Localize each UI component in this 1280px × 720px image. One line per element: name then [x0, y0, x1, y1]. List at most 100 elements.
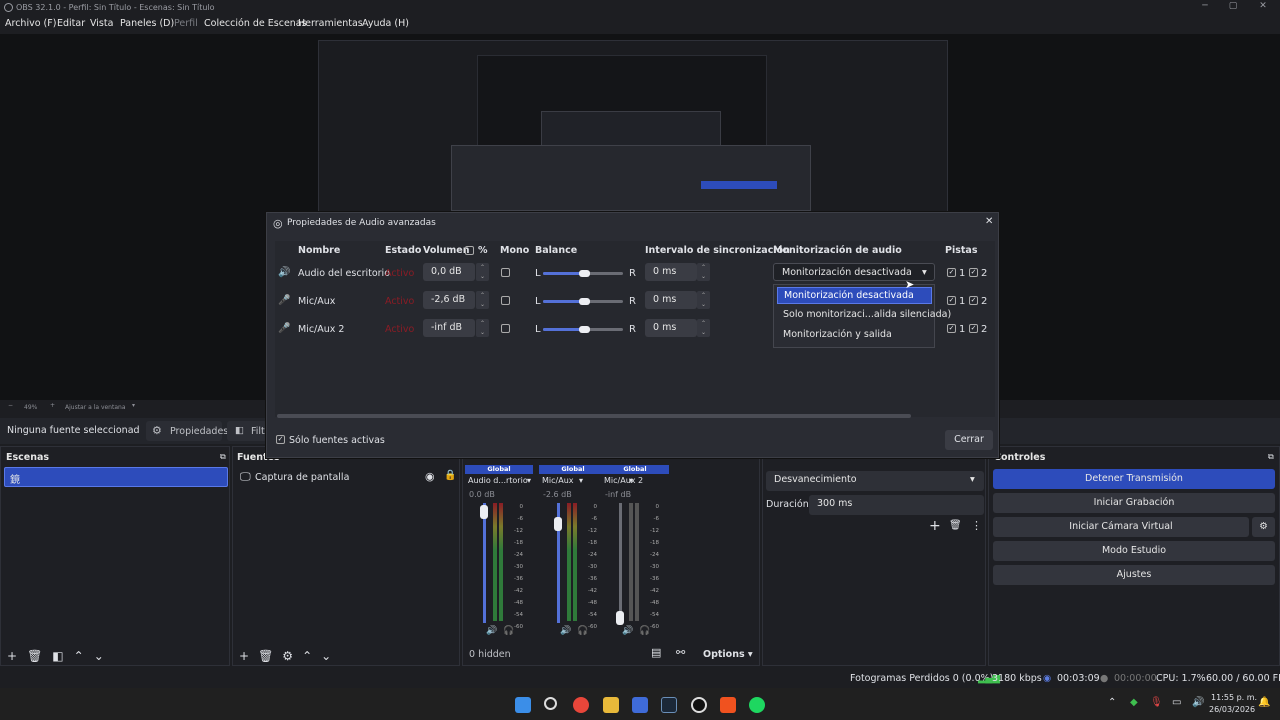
gear-icon[interactable]: ⚙	[282, 649, 302, 663]
scene-item[interactable]: 鏡	[4, 467, 228, 487]
dropdown-option[interactable]: Solo monitorizaci...alida silenciada)	[777, 307, 951, 324]
tray-chevron-icon[interactable]: ⌃	[1108, 697, 1116, 708]
trash-icon[interactable]: 🗑	[258, 649, 282, 663]
sync-stepper[interactable]: ⌃ ⌄	[697, 291, 710, 309]
volume-icon[interactable]: 🔊	[1192, 697, 1204, 708]
menu-view[interactable]: Vista	[90, 18, 113, 29]
volume-fader[interactable]	[483, 503, 486, 623]
options-button[interactable]: Options ▾	[703, 649, 753, 660]
volume-stepper[interactable]: ⌃ ⌄	[476, 291, 489, 309]
stop-streaming-button[interactable]: Detener Transmisión	[993, 469, 1275, 489]
network-icon[interactable]: ▭	[1172, 697, 1181, 708]
percent-checkbox[interactable]	[465, 246, 474, 255]
properties-button[interactable]: ⚙ Propiedades	[146, 421, 228, 441]
fader-handle[interactable]	[616, 611, 624, 625]
add-icon[interactable]: +	[239, 649, 258, 663]
chevron-down-icon[interactable]: ▾	[629, 476, 633, 485]
volume-field[interactable]: 0,0 dB	[423, 263, 475, 281]
balance-handle[interactable]	[579, 270, 590, 277]
chrome-icon[interactable]	[573, 697, 589, 713]
close-button[interactable]: Cerrar	[945, 430, 993, 450]
track-2-checkbox[interactable]: ✓	[969, 296, 978, 305]
menu-scene-collection[interactable]: Colección de Escenas	[204, 18, 307, 29]
up-icon[interactable]: ⌃	[302, 649, 321, 663]
search-icon[interactable]	[544, 697, 557, 710]
clock-date[interactable]: 26/03/2026	[1209, 705, 1255, 714]
mono-checkbox[interactable]	[501, 296, 510, 305]
close-icon[interactable]: ✕	[985, 216, 993, 227]
menu-file[interactable]: Archivo (F)	[5, 18, 56, 29]
down-icon[interactable]: ⌄	[94, 649, 114, 663]
chevron-down-icon[interactable]: ▾	[132, 402, 135, 409]
dropdown-option[interactable]: Monitorización y salida	[777, 327, 932, 344]
monitor-headphones-icon[interactable]: 🎧	[577, 626, 588, 636]
menu-tools[interactable]: Herramientas	[298, 18, 363, 29]
track-2-checkbox[interactable]: ✓	[969, 268, 978, 277]
lock-icon[interactable]: 🔒	[444, 470, 456, 481]
mono-checkbox[interactable]	[501, 268, 510, 277]
link-icon[interactable]: ⚯	[676, 646, 685, 659]
fader-handle[interactable]	[554, 517, 562, 531]
file-explorer-icon[interactable]	[603, 697, 619, 713]
more-icon[interactable]: ⋮	[971, 519, 982, 532]
track-1-checkbox[interactable]: ✓	[947, 268, 956, 277]
layout-icon[interactable]: ▤	[651, 646, 661, 659]
virtual-camera-settings-button[interactable]: ⚙	[1252, 517, 1275, 537]
obs-icon[interactable]	[691, 697, 707, 713]
speaker-icon[interactable]: 🔊	[486, 626, 497, 636]
spotify-icon[interactable]	[749, 697, 765, 713]
channel-name[interactable]: Mic/Aux 2	[604, 476, 643, 485]
transition-select[interactable]: Desvanecimiento ▾	[766, 471, 984, 491]
filters-button[interactable]: ◧ Filtro	[227, 421, 274, 441]
steam-icon[interactable]	[661, 697, 677, 713]
store-icon[interactable]	[632, 697, 648, 713]
active-only-checkbox[interactable]: ✓	[276, 435, 285, 444]
add-icon[interactable]: +	[7, 649, 27, 663]
eye-icon[interactable]: ◉	[425, 470, 435, 483]
mic-icon[interactable]: 🎙	[1150, 697, 1163, 708]
channel-name[interactable]: Mic/Aux	[542, 476, 574, 485]
studio-mode-button[interactable]: Modo Estudio	[993, 541, 1275, 561]
minimize-icon[interactable]: ─	[1190, 1, 1220, 14]
windows-start-icon[interactable]	[515, 697, 531, 713]
sync-stepper[interactable]: ⌃ ⌄	[697, 263, 710, 281]
balance-handle[interactable]	[579, 298, 590, 305]
chevron-down-icon[interactable]: ▾	[527, 476, 531, 485]
sync-field[interactable]: 0 ms	[645, 263, 697, 281]
down-icon[interactable]: ⌄	[321, 649, 340, 663]
menu-help[interactable]: Ayuda (H)	[362, 18, 409, 29]
start-virtual-camera-button[interactable]: Iniciar Cámara Virtual	[993, 517, 1249, 537]
zoom-out-icon[interactable]: −	[8, 402, 13, 409]
trash-icon[interactable]: 🗑	[27, 649, 52, 663]
volume-fader[interactable]	[619, 503, 622, 623]
speaker-icon[interactable]: 🔊	[560, 626, 571, 636]
menu-profile[interactable]: Perfil	[174, 18, 198, 29]
muted-speaker-icon[interactable]: 🔊	[622, 626, 633, 636]
clock-time[interactable]: 11:55 p. m.	[1211, 693, 1257, 702]
brave-icon[interactable]	[720, 697, 736, 713]
horizontal-scrollbar[interactable]	[277, 414, 911, 418]
close-window-icon[interactable]: ✕	[1248, 1, 1278, 14]
volume-field[interactable]: -inf dB	[423, 319, 475, 337]
trash-icon[interactable]: 🗑	[949, 520, 962, 531]
sync-field[interactable]: 0 ms	[645, 291, 697, 309]
menu-docks[interactable]: Paneles (D)	[120, 18, 174, 29]
menu-edit[interactable]: Editar	[57, 18, 85, 29]
chevron-down-icon[interactable]: ▾	[579, 476, 583, 485]
fader-handle[interactable]	[480, 505, 488, 519]
start-recording-button[interactable]: Iniciar Grabación	[993, 493, 1275, 513]
maximize-icon[interactable]: ▢	[1218, 1, 1248, 14]
volume-field[interactable]: -2,6 dB	[423, 291, 475, 309]
balance-handle[interactable]	[579, 326, 590, 333]
security-icon[interactable]: ◆	[1130, 697, 1138, 708]
volume-stepper[interactable]: ⌃ ⌄	[476, 319, 489, 337]
monitor-headphones-icon[interactable]: 🎧	[503, 626, 514, 636]
volume-stepper[interactable]: ⌃ ⌄	[476, 263, 489, 281]
sync-stepper[interactable]: ⌃ ⌄	[697, 319, 710, 337]
up-icon[interactable]: ⌃	[74, 649, 94, 663]
undock-icon[interactable]: ⧉	[1268, 452, 1274, 462]
notifications-icon[interactable]: 🔔	[1258, 697, 1270, 708]
add-icon[interactable]: +	[929, 518, 941, 534]
filter-icon[interactable]: ◧	[52, 649, 73, 663]
duration-field[interactable]: 300 ms	[809, 495, 984, 515]
